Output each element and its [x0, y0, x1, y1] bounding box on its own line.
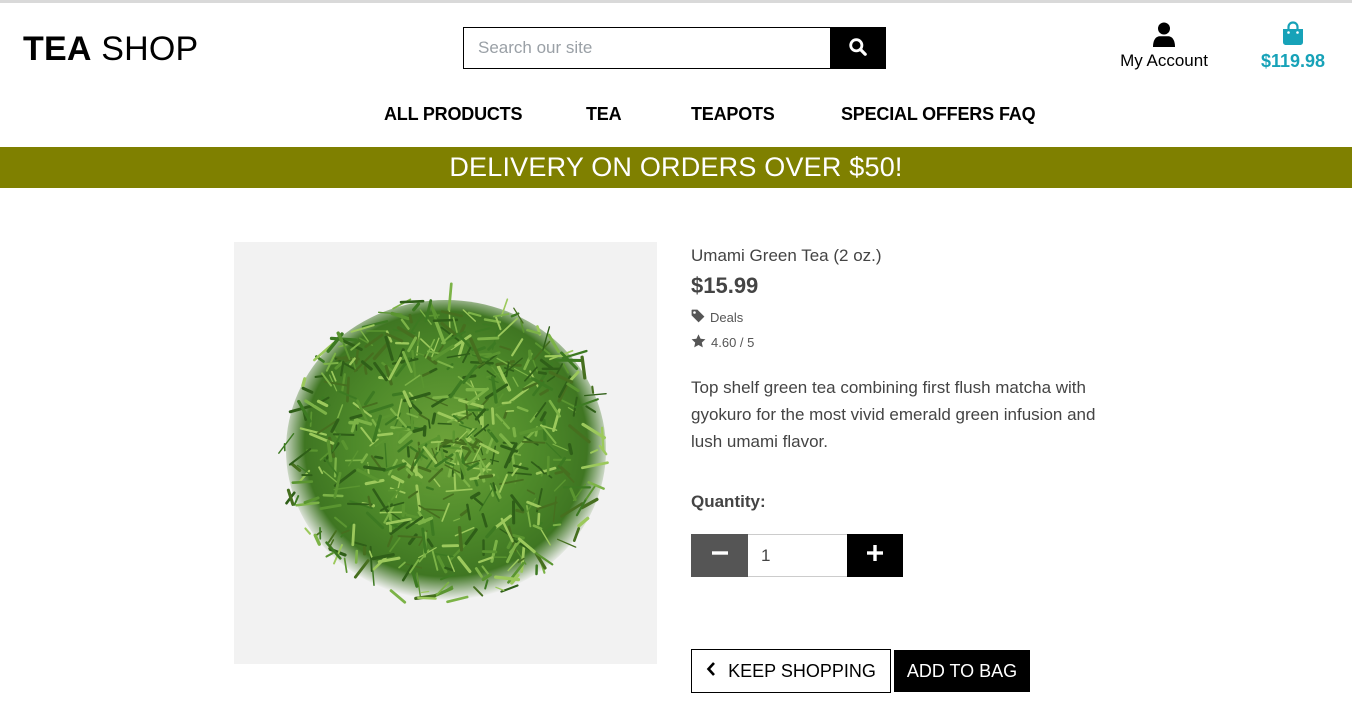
tea-leaf-strand — [505, 409, 515, 413]
tea-leaf-strand — [354, 549, 359, 564]
quantity-label: Quantity: — [691, 492, 766, 511]
nav-special-offers[interactable]: SPECIAL OFFERS — [841, 104, 994, 125]
tea-leaf-strand — [314, 375, 325, 378]
my-account-link[interactable]: My Account — [1105, 20, 1223, 76]
nav-teapots[interactable]: TEAPOTS — [691, 104, 775, 125]
star-icon — [691, 334, 706, 351]
tea-leaf-strand — [429, 516, 435, 536]
tea-leaf-strand — [457, 413, 467, 417]
tea-leaf-strand — [478, 474, 494, 480]
tea-leaf-strand — [521, 440, 546, 444]
tea-leaf-strand — [457, 526, 464, 552]
quantity-stepper — [691, 534, 903, 577]
tea-leaf-strand — [501, 401, 512, 405]
logo-bold-text: TEA — [23, 30, 92, 68]
tea-leaf-strand — [355, 347, 360, 365]
tea-leaf-strand — [552, 523, 562, 527]
tea-leaf-strand — [431, 412, 437, 425]
product-category-link[interactable]: Deals — [691, 309, 743, 326]
tea-leaf-strand — [363, 365, 368, 375]
tea-leaf-strand — [512, 426, 517, 438]
tea-leaf-strand — [591, 385, 595, 394]
tea-leaf-strand — [323, 362, 339, 365]
tea-leaf-strand — [377, 432, 394, 437]
tea-leaf-strand — [537, 512, 541, 526]
tea-leaf-strand — [436, 442, 440, 453]
logo-light-text: SHOP — [101, 30, 199, 68]
tea-leaf-strand — [411, 480, 423, 485]
chevron-left-icon — [706, 661, 716, 682]
tea-leaf-strand — [391, 391, 404, 397]
tea-leaf-strand — [428, 419, 431, 429]
tea-leaf-strand — [442, 444, 452, 448]
search-form — [463, 27, 886, 69]
tea-leaf-strand — [482, 323, 493, 326]
my-account-label: My Account — [1120, 51, 1208, 70]
product-image[interactable] — [234, 242, 657, 664]
tea-leaf-strand — [325, 552, 334, 558]
nav-all-products[interactable]: ALL PRODUCTS — [384, 104, 522, 125]
site-logo[interactable]: TEA SHOP — [23, 30, 198, 68]
tea-leaf-strand — [409, 408, 415, 433]
cart-total: $119.98 — [1260, 51, 1326, 71]
tea-leaf-strand — [417, 596, 437, 600]
tea-leaf-strand — [394, 427, 408, 431]
tea-leaf-strand — [397, 535, 424, 539]
tea-leaf-strand — [401, 502, 406, 517]
tea-leaf-strand — [374, 455, 384, 460]
tea-leaf-strand — [430, 440, 443, 444]
top-border — [0, 0, 1352, 3]
tea-leaf-strand — [301, 377, 307, 388]
tea-leaf-strand — [453, 473, 457, 491]
tea-leaf-strand — [406, 446, 410, 458]
tea-leaf-strand — [346, 502, 373, 506]
tag-icon — [691, 309, 705, 326]
tea-leaf-strand — [286, 488, 295, 506]
nav-faq[interactable]: FAQ — [999, 104, 1036, 125]
increment-quantity-button[interactable] — [847, 534, 903, 577]
keep-shopping-label: KEEP SHOPPING — [728, 660, 876, 681]
product-price: $15.99 — [691, 273, 759, 298]
main-navigation: ALL PRODUCTS TEA TEAPOTS SPECIAL OFFERS … — [0, 104, 1352, 128]
tea-leaf-strand — [291, 480, 314, 484]
tea-leaf-strand — [432, 395, 449, 400]
tea-leaf-strand — [304, 527, 311, 535]
product-rating: 4.60 / 5 — [691, 334, 754, 351]
tea-leaf-strand — [437, 422, 452, 425]
product-category-label: Deals — [710, 310, 744, 325]
tea-leaf-strand — [490, 407, 495, 425]
decrement-quantity-button[interactable] — [691, 534, 748, 577]
tea-leaf-strand — [399, 299, 425, 304]
add-to-bag-button[interactable]: ADD TO BAG — [894, 650, 1030, 692]
search-icon — [848, 37, 868, 60]
tea-leaf-strand — [600, 426, 605, 452]
delivery-banner: DELIVERY ON ORDERS OVER $50! — [0, 147, 1352, 188]
search-input[interactable] — [463, 27, 830, 69]
product-rating-value: 4.60 / 5 — [711, 335, 755, 350]
tea-leaf-strand — [322, 493, 344, 498]
keep-shopping-button[interactable]: KEEP SHOPPING — [691, 649, 891, 693]
tea-leaf-strand — [554, 470, 564, 475]
search-button[interactable] — [830, 27, 886, 69]
nav-tea[interactable]: TEA — [586, 104, 622, 125]
tea-leaf-strand — [326, 439, 333, 463]
tea-leaf-strand — [537, 371, 547, 375]
shopping-bag-link[interactable]: $119.98 — [1250, 20, 1336, 76]
tea-leaf-strand — [351, 523, 356, 547]
tea-leaf-strand — [346, 376, 350, 403]
add-to-bag-label: ADD TO BAG — [906, 660, 1018, 681]
delivery-banner-text: DELIVERY ON ORDERS OVER $50! — [449, 152, 903, 182]
tea-leaf-strand — [408, 313, 413, 324]
minus-icon — [711, 544, 729, 567]
tea-leaves-illustration — [278, 282, 609, 604]
tea-leaf-strand — [309, 411, 313, 427]
tea-leaf-strand — [567, 443, 574, 456]
product-name: Umami Green Tea (2 oz.) — [691, 246, 882, 265]
tea-leaf-strand — [428, 314, 440, 317]
tea-leaf-strand — [477, 336, 500, 341]
product-description: Top shelf green tea combining first flus… — [691, 378, 1096, 451]
tea-leaf-strand — [332, 433, 355, 437]
plus-icon — [866, 544, 884, 567]
quantity-input[interactable] — [748, 534, 847, 577]
